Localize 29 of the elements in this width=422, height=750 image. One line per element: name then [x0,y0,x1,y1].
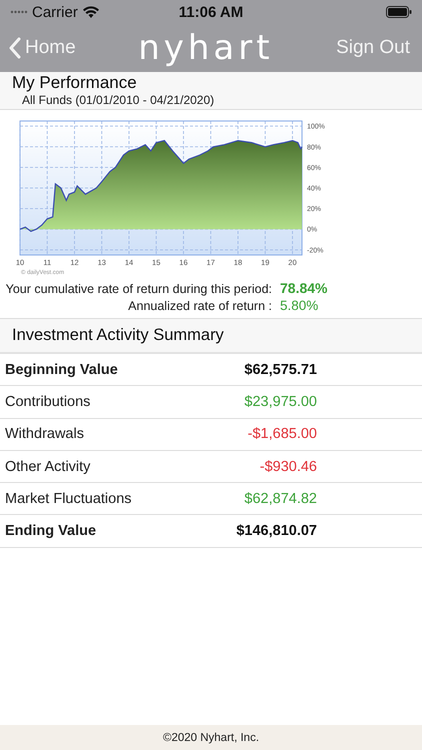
return-label: Annualized rate of return : [128,299,272,313]
carrier-name: Carrier [32,4,78,20]
battery-icon [386,6,412,18]
activity-value: $62,575.71 [243,362,317,378]
signal-icon [10,10,28,14]
chevron-left-icon [8,37,21,59]
clock-time: 11:06 AM [178,4,244,20]
section-title: Investment Activity Summary [12,326,224,345]
activity-label: Beginning Value [5,362,119,378]
activity-label: Ending Value [5,523,98,540]
activity-value: $146,810.07 [235,523,317,540]
activity-value: $62,874.82 [243,490,317,507]
copyright-text: ©2020 Nyhart, Inc. [162,732,260,744]
return-value: 5.80% [280,298,320,313]
activity-label: Market Fluctuations [5,490,133,507]
activity-value: -$1,685.00 [246,426,317,442]
activity-label: Other Activity [5,458,92,475]
date-range: All Funds (01/01/2010 - 04/21/2020) [21,93,216,107]
back-button[interactable]: Home [8,37,76,59]
activity-value: -$930.46 [258,458,317,475]
return-value: 78.84% [280,280,328,296]
section-title: My Performance [12,73,138,93]
logo: nyhart [138,28,274,68]
activity-label: Contributions [5,394,92,410]
activity-label: Withdrawals [5,426,85,442]
wifi-icon [82,6,99,18]
sign-out-button[interactable]: Sign Out [336,37,410,59]
return-label: Your cumulative rate of return during this period: [6,282,272,296]
activity-value: $23,975.00 [243,394,317,410]
